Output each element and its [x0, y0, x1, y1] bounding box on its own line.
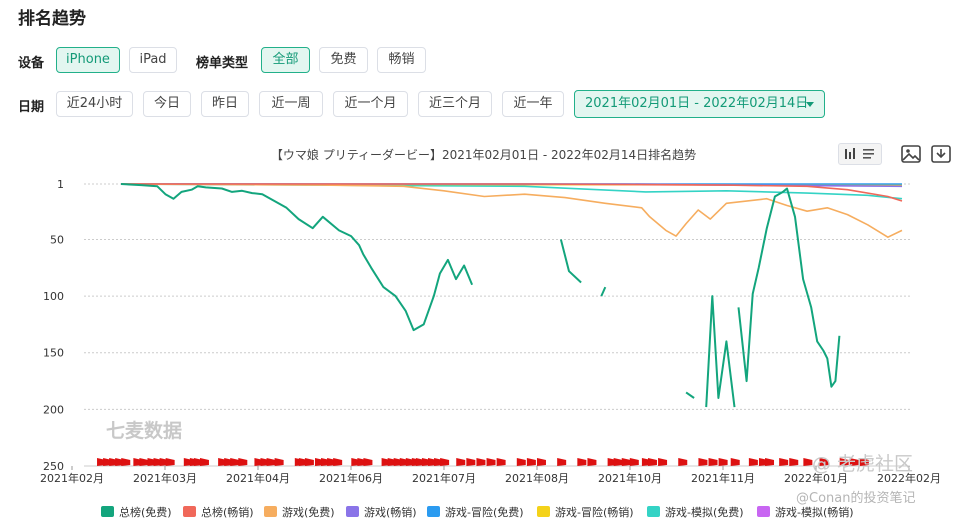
event-marker — [629, 458, 639, 466]
event-marker — [621, 458, 631, 466]
legend-label: 游戏-冒险(畅销) — [555, 505, 634, 519]
legend-swatch — [427, 506, 440, 517]
event-marker — [274, 458, 284, 466]
event-marker — [139, 458, 149, 466]
event-marker — [456, 458, 466, 466]
event-marker — [230, 458, 240, 466]
x-tick-label: 2021年10月 — [598, 471, 662, 485]
event-marker — [266, 458, 276, 466]
legend-label: 游戏(畅销) — [364, 505, 417, 519]
event-marker — [516, 458, 526, 466]
legend-label: 游戏(免费) — [282, 505, 335, 519]
event-marker — [730, 458, 740, 466]
event-marker — [536, 458, 546, 466]
legend-label: 游戏-冒险(免费) — [445, 505, 524, 519]
community-watermark: @ 老虎社区 — [812, 453, 913, 475]
y-tick-label: 1 — [57, 178, 64, 191]
event-marker — [678, 458, 688, 466]
event-marker — [165, 458, 175, 466]
x-tick-label: 2021年07月 — [412, 471, 476, 485]
event-marker — [238, 458, 248, 466]
series-line — [120, 183, 474, 332]
event-marker — [587, 458, 597, 466]
event-marker — [440, 458, 450, 466]
event-markers — [97, 458, 869, 466]
legend-label: 总榜(免费) — [119, 505, 172, 519]
event-marker — [486, 458, 496, 466]
x-tick-label: 2021年08月 — [505, 471, 569, 485]
x-tick-label: 2021年02月 — [40, 471, 104, 485]
y-tick-label: 50 — [50, 233, 64, 246]
y-tick-label: 200 — [43, 403, 64, 416]
chart-legend: 总榜(免费) 总榜(畅销) 游戏(免费) 游戏(畅销) 游戏-冒险(免费) 游戏-冒险(畅… — [101, 505, 854, 519]
event-marker — [748, 458, 758, 466]
y-tick-label: 100 — [43, 290, 64, 303]
event-marker — [526, 458, 536, 466]
chart-grid — [84, 183, 910, 467]
legend-swatch — [647, 506, 660, 517]
event-marker — [304, 458, 314, 466]
series-line — [600, 286, 607, 297]
event-marker — [658, 458, 668, 466]
legend-label: 总榜(畅销) — [201, 505, 254, 519]
event-marker — [708, 458, 718, 466]
legend-swatch — [537, 506, 550, 517]
legend-swatch — [346, 506, 359, 517]
x-axis: 2021年02月 2021年03月 2021年04月 2021年06月 2021年07月… — [40, 466, 941, 485]
author-watermark: @Conan的投资笔记 — [796, 490, 915, 506]
chart-series — [120, 183, 903, 408]
event-marker — [363, 458, 373, 466]
event-marker — [647, 458, 657, 466]
event-marker — [496, 458, 506, 466]
event-marker — [121, 458, 131, 466]
event-marker — [476, 458, 486, 466]
rank-chart: 150100150200250 2021年02月 2021年03月 2021年04月… — [40, 178, 941, 519]
x-tick-label: 2021年04月 — [226, 471, 290, 485]
legend-swatch — [101, 506, 114, 517]
event-marker — [698, 458, 708, 466]
event-marker — [789, 458, 799, 466]
x-tick-label: 2021年11月 — [691, 471, 755, 485]
legend-swatch — [183, 506, 196, 517]
y-axis: 150100150200250 — [43, 178, 64, 473]
event-marker — [718, 458, 728, 466]
legend-swatch — [757, 506, 770, 517]
event-marker — [577, 458, 587, 466]
event-marker — [765, 458, 775, 466]
legend-label: 游戏-模拟(畅销) — [775, 505, 854, 519]
x-tick-label: 2021年03月 — [133, 471, 197, 485]
event-marker — [557, 458, 567, 466]
series-line — [737, 187, 841, 388]
event-marker — [333, 458, 343, 466]
event-marker — [199, 458, 209, 466]
series-line — [705, 295, 736, 408]
event-marker — [466, 458, 476, 466]
legend-label: 游戏-模拟(免费) — [665, 505, 744, 519]
chart-watermark: 七麦数据 — [106, 419, 182, 442]
y-tick-label: 150 — [43, 347, 64, 360]
x-tick-label: 2021年06月 — [319, 471, 383, 485]
event-marker — [613, 458, 623, 466]
event-marker — [779, 458, 789, 466]
series-line — [559, 239, 582, 284]
series-line — [685, 391, 695, 399]
legend-swatch — [264, 506, 277, 517]
